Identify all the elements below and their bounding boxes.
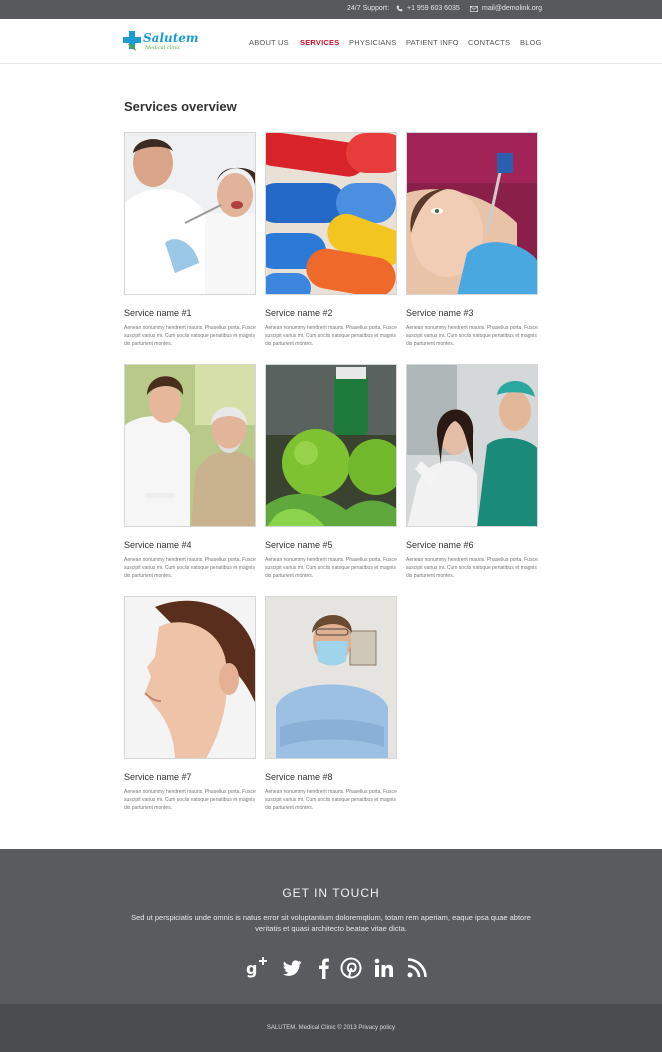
facebook-icon[interactable] [313, 957, 335, 979]
service-name[interactable]: Service name #5 [265, 540, 397, 550]
linkedin-icon[interactable] [373, 957, 395, 979]
service-card: Service name #3 Aenean nonummy hendrerit… [406, 132, 538, 348]
phone-info: +1 959 603 6035 [396, 5, 460, 12]
service-name[interactable]: Service name #2 [265, 308, 397, 318]
service-description: Aenean nonummy hendrerit mauris. Phasell… [124, 325, 256, 347]
service-name[interactable]: Service name #8 [265, 772, 397, 782]
service-description: Aenean nonummy hendrerit mauris. Phasell… [265, 557, 397, 579]
green-apples-photo[interactable] [265, 364, 397, 527]
email-info: mail@demolink.org [470, 5, 542, 12]
logo-subtitle: Medical clinic [145, 45, 181, 51]
service-name[interactable]: Service name #6 [406, 540, 538, 550]
service-card: Service name #2 Aenean nonummy hendrerit… [265, 132, 397, 348]
service-description: Aenean nonummy hendrerit mauris. Phasell… [124, 557, 256, 579]
service-card: Service name #7 Aenean nonummy hendrerit… [124, 596, 256, 812]
service-description: Aenean nonummy hendrerit mauris. Phasell… [406, 325, 538, 347]
service-name[interactable]: Service name #3 [406, 308, 538, 318]
site-footer: SALUTEM. Medical Clinic © 2013 Privacy p… [0, 1004, 662, 1052]
dentist-photo[interactable] [124, 132, 256, 295]
contact-section: GET IN TOUCH Sed ut perspiciatis unde om… [0, 849, 662, 1004]
mail-icon [470, 5, 478, 12]
service-name[interactable]: Service name #4 [124, 540, 256, 550]
nav-patient-info[interactable]: PATIENT INFO [406, 38, 459, 47]
nav-contacts[interactable]: CONTACTS [468, 38, 510, 47]
phone-icon [396, 5, 403, 12]
email-link[interactable]: mail@demolink.org [482, 5, 542, 12]
service-card: Service name #4 Aenean nonummy hendrerit… [124, 364, 256, 580]
service-description: Aenean nonummy hendrerit mauris. Phasell… [406, 557, 538, 579]
service-description: Aenean nonummy hendrerit mauris. Phasell… [265, 789, 397, 811]
woman-ear-photo[interactable] [124, 596, 256, 759]
nav-blog[interactable]: BLOG [520, 38, 542, 47]
support-info: 24/7 Support: [347, 5, 389, 12]
logo-text: Salutem [143, 31, 199, 45]
service-card: Service name #5 Aenean nonummy hendrerit… [265, 364, 397, 580]
twitter-icon[interactable] [281, 957, 303, 979]
rss-icon[interactable] [406, 957, 428, 979]
support-label: 24/7 Support: [347, 5, 390, 12]
service-name[interactable]: Service name #1 [124, 308, 256, 318]
medical-cross-icon [123, 31, 141, 51]
logo[interactable]: Salutem Medical clinic [123, 30, 203, 54]
pinterest-icon[interactable] [340, 957, 362, 979]
svg-text:g: g [246, 959, 257, 978]
service-card: Service name #1 Aenean nonummy hendrerit… [124, 132, 256, 348]
google-plus-icon[interactable]: g [246, 957, 268, 979]
phone-number[interactable]: +1 959 603 6035 [407, 5, 460, 12]
top-bar: 24/7 Support: +1 959 603 6035 mail@demol… [0, 0, 662, 19]
nav-physicians[interactable]: PHYSICIANS [349, 38, 396, 47]
contact-text: Sed ut perspiciatis unde omnis is natus … [131, 913, 531, 933]
service-description: Aenean nonummy hendrerit mauris. Phasell… [265, 325, 397, 347]
copyright-text: SALUTEM. Medical Clinic © 2013 Privacy p… [266, 1025, 396, 1031]
service-card: Service name #8 Aenean nonummy hendrerit… [265, 596, 397, 812]
masked-doctor-photo[interactable] [265, 596, 397, 759]
service-description: Aenean nonummy hendrerit mauris. Phasell… [124, 789, 256, 811]
service-card: Service name #6 Aenean nonummy hendrerit… [406, 364, 538, 580]
xray-doctors-photo[interactable] [406, 364, 538, 527]
pills-photo[interactable] [265, 132, 397, 295]
site-header: Salutem Medical clinic ABOUT US SERVICES… [0, 19, 662, 64]
dental-patient-photo[interactable] [406, 132, 538, 295]
page-title: Services overview [124, 99, 237, 114]
service-name[interactable]: Service name #7 [124, 772, 256, 782]
nurse-elderly-photo[interactable] [124, 364, 256, 527]
nav-about-us[interactable]: ABOUT US [249, 38, 289, 47]
nav-services[interactable]: SERVICES [300, 38, 339, 47]
contact-title: GET IN TOUCH [282, 886, 380, 900]
